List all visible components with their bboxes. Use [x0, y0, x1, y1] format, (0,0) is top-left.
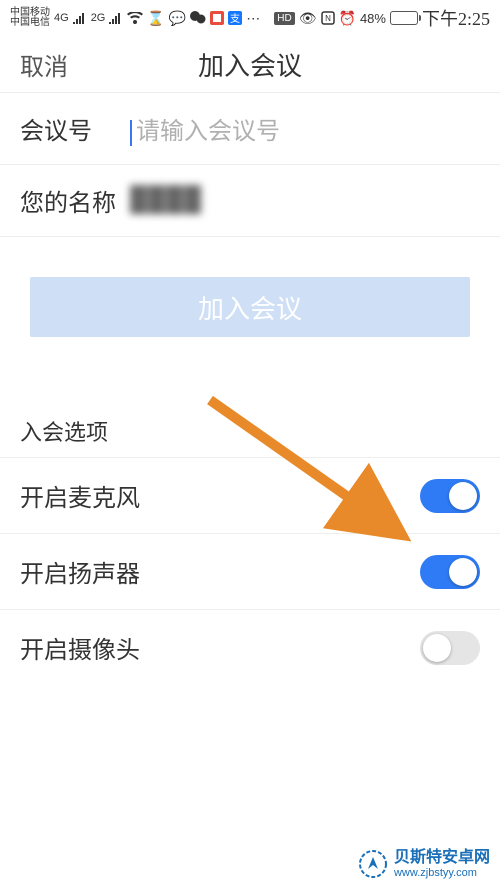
signal-icon-1 [73, 12, 87, 24]
nav-bar: 取消 加入会议 [0, 36, 500, 92]
option-row-speaker: 开启扬声器 [0, 533, 500, 609]
text-cursor [130, 120, 132, 146]
status-left: 中国移动 中国电信 4G 2G ⌛ 💬 支 ⋯ [10, 8, 260, 28]
status-right: HD 👁 N ⏰ 48% 下午2:25 [274, 5, 490, 31]
meeting-id-row: 会议号 请输入会议号 [0, 92, 500, 165]
svg-text:支: 支 [230, 13, 240, 25]
svg-text:N: N [325, 14, 331, 23]
option-row-microphone: 开启麦克风 [0, 457, 500, 533]
signal-icon-2 [109, 12, 123, 24]
toggle-knob [423, 634, 451, 662]
toggle-knob [449, 482, 477, 510]
form-section: 会议号 请输入会议号 您的名称 ████ [0, 92, 500, 237]
alarm-icon: ⏰ [339, 10, 356, 27]
battery-icon [390, 11, 418, 25]
name-row: 您的名称 ████ [0, 165, 500, 237]
clock: 下午2:25 [422, 5, 490, 31]
status-bar: 中国移动 中国电信 4G 2G ⌛ 💬 支 ⋯ HD 👁 N ⏰ [0, 0, 500, 36]
name-value: ████ [130, 187, 202, 213]
name-label: 您的名称 [20, 183, 130, 218]
options-header: 入会选项 [0, 397, 500, 457]
nfc-icon: N [321, 11, 335, 25]
toggle-speaker[interactable] [420, 555, 480, 589]
toggle-microphone[interactable] [420, 479, 480, 513]
carrier-labels: 中国移动 中国电信 [10, 8, 50, 28]
join-meeting-button[interactable]: 加入会议 [30, 277, 470, 337]
meeting-id-label: 会议号 [20, 111, 130, 146]
join-wrap: 加入会议 [0, 237, 500, 397]
chat-icon: 💬 [169, 10, 186, 27]
name-input[interactable]: ████ [130, 187, 480, 214]
wechat-icon [190, 11, 206, 25]
hd-icon: HD [274, 12, 294, 25]
watermark-url: www.zjbstyy.com [394, 867, 490, 879]
option-label-microphone: 开启麦克风 [20, 478, 140, 513]
carrier-2: 中国电信 [10, 18, 50, 28]
option-label-speaker: 开启扬声器 [20, 554, 140, 589]
more-icon: ⋯ [246, 10, 260, 27]
wifi-icon [127, 12, 143, 24]
hourglass-icon: ⌛ [147, 10, 164, 27]
book-icon [210, 11, 224, 25]
battery-pct: 48% [360, 11, 386, 26]
toggle-knob [449, 558, 477, 586]
network-1: 4G [54, 12, 69, 24]
page-title: 加入会议 [0, 46, 500, 83]
network-2: 2G [91, 12, 106, 24]
watermark: 贝斯特安卓网 www.zjbstyy.com [358, 849, 490, 879]
toggle-camera[interactable] [420, 631, 480, 665]
meeting-id-input[interactable]: 请输入会议号 [130, 111, 480, 146]
cancel-button[interactable]: 取消 [20, 47, 68, 82]
alipay-icon: 支 [228, 11, 242, 25]
watermark-title: 贝斯特安卓网 [394, 849, 490, 867]
eye-icon: 👁 [299, 10, 317, 27]
option-row-camera: 开启摄像头 [0, 609, 500, 685]
meeting-id-placeholder: 请输入会议号 [136, 119, 280, 145]
watermark-logo-icon [358, 849, 388, 879]
option-label-camera: 开启摄像头 [20, 630, 140, 665]
